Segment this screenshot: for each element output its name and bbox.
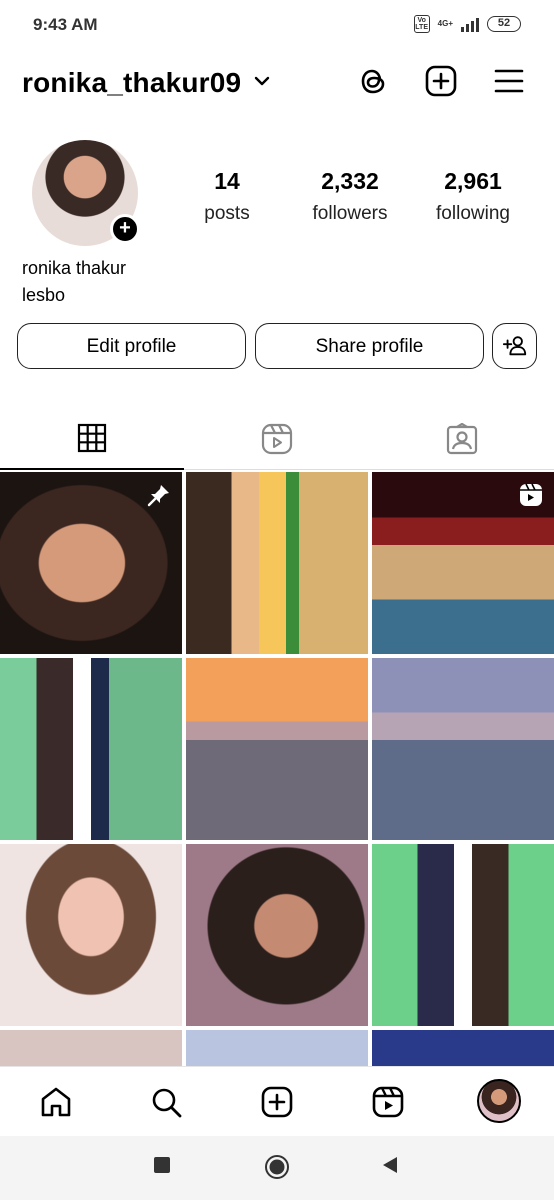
reels-icon [261, 423, 293, 455]
tab-tagged[interactable] [370, 408, 554, 470]
threads-icon[interactable] [356, 63, 392, 99]
add-person-icon [502, 336, 526, 356]
profile-header: ronika_thakur09 [0, 55, 554, 107]
chevron-down-icon[interactable] [252, 71, 272, 91]
status-bar: 9:43 AM Vo LTE 4G+ 52 [0, 0, 554, 50]
home-icon[interactable] [37, 1083, 75, 1121]
system-nav-bar [0, 1136, 554, 1200]
home-button[interactable] [264, 1154, 290, 1185]
grid-icon [77, 423, 107, 453]
full-name: ronika thakur [22, 258, 127, 278]
status-time: 9:43 AM [33, 15, 98, 34]
battery-icon: 52 [487, 16, 521, 32]
network-indicator: 4G+ [438, 20, 453, 28]
share-profile-button[interactable]: Share profile [255, 323, 484, 369]
grid-post[interactable] [186, 844, 368, 1026]
grid-post[interactable] [186, 1030, 368, 1066]
recents-button[interactable] [153, 1156, 171, 1179]
network-type: 4G+ [437, 19, 453, 28]
create-icon[interactable] [258, 1083, 296, 1121]
grid-post[interactable] [372, 844, 554, 1026]
grid-post[interactable] [372, 1030, 554, 1066]
status-icons: Vo LTE 4G+ 52 [413, 15, 521, 33]
profile-tabs [0, 408, 554, 470]
signal-icon [461, 16, 479, 32]
photo-grid [0, 472, 554, 1066]
stat-label: posts [204, 203, 250, 224]
bio: lesbo [22, 285, 66, 305]
grid-post[interactable] [0, 658, 182, 840]
posts-count[interactable]: 14 posts [172, 168, 282, 225]
grid-post[interactable] [372, 472, 554, 654]
stat-label: following [436, 203, 510, 224]
stat-label: followers [312, 203, 388, 224]
discover-people-button[interactable] [492, 323, 537, 369]
reels-icon[interactable] [369, 1083, 407, 1121]
grid-post[interactable] [186, 472, 368, 654]
tab-grid[interactable] [0, 408, 184, 470]
create-post-icon[interactable] [423, 63, 459, 99]
stat-value: 14 [214, 168, 240, 194]
back-button[interactable] [381, 1156, 399, 1179]
followers-count[interactable]: 2,332 followers [295, 168, 405, 225]
reel-icon [518, 482, 544, 508]
username-switcher[interactable]: ronika_thakur09 [22, 67, 241, 99]
add-story-icon[interactable]: + [110, 214, 140, 244]
menu-icon[interactable] [491, 63, 527, 99]
grid-post[interactable] [0, 472, 182, 654]
edit-profile-button[interactable]: Edit profile [17, 323, 246, 369]
search-icon[interactable] [147, 1083, 185, 1121]
grid-post[interactable] [372, 658, 554, 840]
tagged-icon [446, 423, 478, 455]
tab-reels[interactable] [185, 408, 369, 470]
pin-icon [146, 482, 172, 508]
stat-value: 2,332 [321, 168, 379, 194]
grid-post[interactable] [0, 844, 182, 1026]
stat-value: 2,961 [444, 168, 502, 194]
bottom-nav [0, 1066, 554, 1136]
grid-post[interactable] [0, 1030, 182, 1066]
following-count[interactable]: 2,961 following [418, 168, 528, 225]
volte-icon: Vo LTE [413, 15, 430, 33]
profile-avatar[interactable] [477, 1079, 521, 1123]
grid-post[interactable] [186, 658, 368, 840]
profile-avatar[interactable]: + [32, 140, 140, 246]
